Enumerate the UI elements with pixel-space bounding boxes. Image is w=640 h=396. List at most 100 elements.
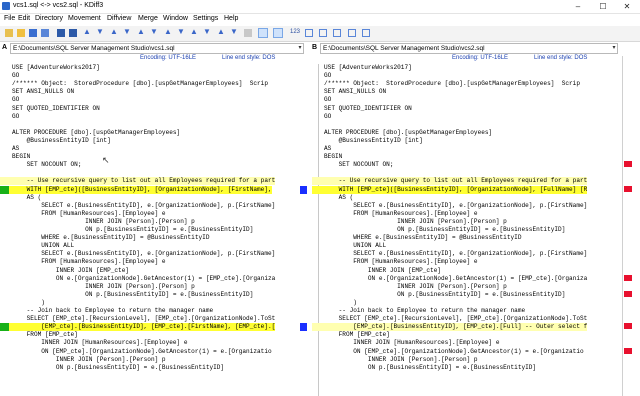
code-line[interactable]: GO [312, 96, 331, 104]
code-line[interactable] [0, 169, 12, 177]
code-line[interactable]: ) [0, 299, 45, 307]
split-icon[interactable] [348, 29, 356, 37]
prev-unsolved-2-icon[interactable]: ▲ [190, 27, 198, 36]
diff-overview-column[interactable] [622, 56, 632, 396]
code-line[interactable]: SELECT [EMP_cte].[RecursionLevel], [EMP_… [312, 315, 588, 323]
code-line[interactable]: SET QUOTED_IDENTIFIER ON [0, 105, 100, 113]
code-line[interactable]: AS ( [0, 194, 42, 202]
code-line[interactable]: SET ANSI_NULLS ON [0, 88, 74, 96]
code-line[interactable]: INNER JOIN [Person].[Person] p [0, 356, 166, 364]
numbers-toggle[interactable]: 123 [290, 29, 300, 35]
code-line[interactable]: ON p.[BusinessEntityID] = e.[BusinessEnt… [312, 291, 565, 299]
code-line[interactable]: [EMP_cte].[BusinessEntityID], [EMP_cte].… [0, 323, 276, 332]
pane-b-text[interactable]: USE [AdventureWorks2017] GO/****** Object… [312, 64, 620, 396]
code-line[interactable]: INNER JOIN [Person].[Person] p [312, 283, 507, 291]
prev-conflict-2-icon[interactable]: ▲ [164, 27, 172, 36]
maximize-button[interactable]: ☐ [593, 1, 613, 12]
code-line[interactable]: @BusinessEntityID [int] [312, 137, 423, 145]
code-line[interactable] [312, 121, 324, 129]
code-line[interactable]: ON p.[BusinessEntityID] = e.[BusinessEnt… [0, 291, 253, 299]
next-delta-icon[interactable]: ▼ [96, 27, 104, 36]
next-conflict-2-icon[interactable]: ▼ [177, 27, 185, 36]
code-line[interactable]: SET QUOTED_IDENTIFIER ON [312, 105, 412, 113]
code-line[interactable]: ON p.[BusinessEntityID] = e.[BusinessEnt… [0, 226, 253, 234]
code-line[interactable]: FROM [HumanResources].[Employee] e [312, 258, 477, 266]
menu-merge[interactable]: Merge [138, 15, 158, 22]
menu-window[interactable]: Window [163, 15, 188, 22]
code-line[interactable]: ALTER PROCEDURE [dbo].[uspGetManagerEmpl… [0, 129, 180, 137]
next-unsolved-2-icon[interactable]: ▼ [203, 27, 211, 36]
menu-movement[interactable]: Movement [68, 15, 101, 22]
pane-a-dropdown-icon[interactable]: ▾ [296, 43, 304, 54]
menu-help[interactable]: Help [224, 15, 238, 22]
code-line[interactable]: SELECT e.[BusinessEntityID], e.[Organiza… [0, 202, 275, 210]
code-line[interactable]: BEGIN [0, 153, 30, 161]
prev-delta-icon[interactable]: ▲ [83, 27, 91, 36]
code-line[interactable]: -- Use recursive query to list out all E… [0, 177, 276, 186]
code-line[interactable]: /****** Object: StoredProcedure [dbo].[u… [312, 80, 580, 88]
code-line[interactable]: UNION ALL [312, 242, 386, 250]
save-icon[interactable] [29, 29, 37, 37]
code-line[interactable]: WHERE e.[BusinessEntityID] = @BusinessEn… [0, 234, 209, 242]
code-line[interactable]: ) [312, 299, 357, 307]
code-line[interactable]: GO [312, 113, 331, 121]
toggle-c-icon[interactable] [333, 29, 341, 37]
code-line[interactable] [312, 169, 324, 177]
code-line[interactable]: INNER JOIN [Person].[Person] p [312, 356, 478, 364]
save-as-icon[interactable] [41, 29, 49, 37]
overview-diff-mark[interactable] [624, 347, 632, 354]
code-line[interactable]: UNION ALL [0, 242, 74, 250]
code-line[interactable]: SELECT e.[BusinessEntityID], e.[Organiza… [0, 250, 275, 258]
pane-b-dropdown-icon[interactable]: ▾ [610, 43, 618, 54]
overview-diff-mark[interactable] [624, 274, 632, 281]
menu-directory[interactable]: Directory [35, 15, 63, 22]
pane-a-text[interactable]: USE [AdventureWorks2017] GO/****** Object… [0, 64, 308, 396]
code-line[interactable]: ON e.[OrganizationNode].GetAncestor(1) =… [312, 275, 587, 283]
overview-diff-mark[interactable] [624, 290, 632, 297]
code-line[interactable]: INNER JOIN [Person].[Person] p [0, 283, 195, 291]
prev-diff-icon[interactable]: ▲ [217, 27, 225, 36]
code-line[interactable]: SELECT [EMP_cte].[RecursionLevel], [EMP_… [0, 315, 276, 323]
code-line[interactable]: SELECT e.[BusinessEntityID], e.[Organiza… [312, 202, 587, 210]
code-line[interactable]: FROM [HumanResources].[Employee] e [312, 210, 477, 218]
code-line[interactable]: AS [312, 145, 331, 153]
show-whitespace-icon[interactable] [258, 28, 268, 38]
code-line[interactable]: SET ANSI_NULLS ON [312, 88, 386, 96]
toggle-a-icon[interactable] [305, 29, 313, 37]
code-line[interactable] [0, 121, 12, 129]
code-line[interactable]: WITH [EMP_cte]([BusinessEntityID], [Orga… [312, 185, 588, 194]
code-line[interactable]: FROM [HumanResources].[Employee] e [0, 210, 165, 218]
menu-settings[interactable]: Settings [193, 15, 218, 22]
code-line[interactable]: ON p.[BusinessEntityID] = e.[BusinessEnt… [0, 364, 224, 372]
next-unsolved-icon[interactable]: ▼ [150, 27, 158, 36]
overview-diff-mark[interactable] [624, 185, 632, 192]
prev-conflict-icon[interactable]: ▲ [110, 27, 118, 36]
code-line[interactable]: GO [0, 96, 19, 104]
code-line[interactable]: GO [312, 72, 331, 80]
minimize-button[interactable]: – [568, 1, 588, 12]
next-diff-icon[interactable]: ▼ [230, 27, 238, 36]
next-conflict-icon[interactable]: ▼ [123, 27, 131, 36]
first-delta-icon[interactable] [57, 29, 65, 37]
code-line[interactable]: INNER JOIN [Person].[Person] p [312, 218, 507, 226]
code-line[interactable]: INNER JOIN [EMP_cte] [312, 267, 441, 275]
code-line[interactable]: -- Use recursive query to list out all E… [312, 177, 588, 186]
code-line[interactable]: INNER JOIN [Person].[Person] p [0, 218, 195, 226]
code-line[interactable]: FROM [EMP_cte] [0, 331, 78, 339]
code-line[interactable]: INNER JOIN [EMP_cte] [0, 267, 129, 275]
code-line[interactable]: ON p.[BusinessEntityID] = e.[BusinessEnt… [312, 364, 536, 372]
show-linenumbers-icon[interactable] [273, 28, 283, 38]
code-line[interactable]: GO [0, 72, 19, 80]
code-line[interactable]: SELECT e.[BusinessEntityID], e.[Organiza… [312, 250, 587, 258]
code-line[interactable]: AS [0, 145, 19, 153]
menu-edit[interactable]: Edit [18, 15, 30, 22]
code-line[interactable]: SET NOCOUNT ON; [312, 161, 394, 169]
code-line[interactable]: WITH [EMP_cte]([BusinessEntityID], [Orga… [0, 185, 272, 194]
code-line[interactable]: FROM [EMP_cte] [312, 331, 390, 339]
choose-a-icon[interactable] [244, 29, 252, 37]
code-line[interactable]: ALTER PROCEDURE [dbo].[uspGetManagerEmpl… [312, 129, 492, 137]
code-line[interactable]: ON [EMP_cte].[OrganizationNode].GetAnces… [0, 348, 271, 356]
code-line[interactable]: -- Join back to Employee to return the m… [312, 307, 526, 315]
code-line[interactable]: INNER JOIN [HumanResources].[Employee] e [0, 339, 187, 347]
overview-diff-mark[interactable] [624, 161, 632, 168]
